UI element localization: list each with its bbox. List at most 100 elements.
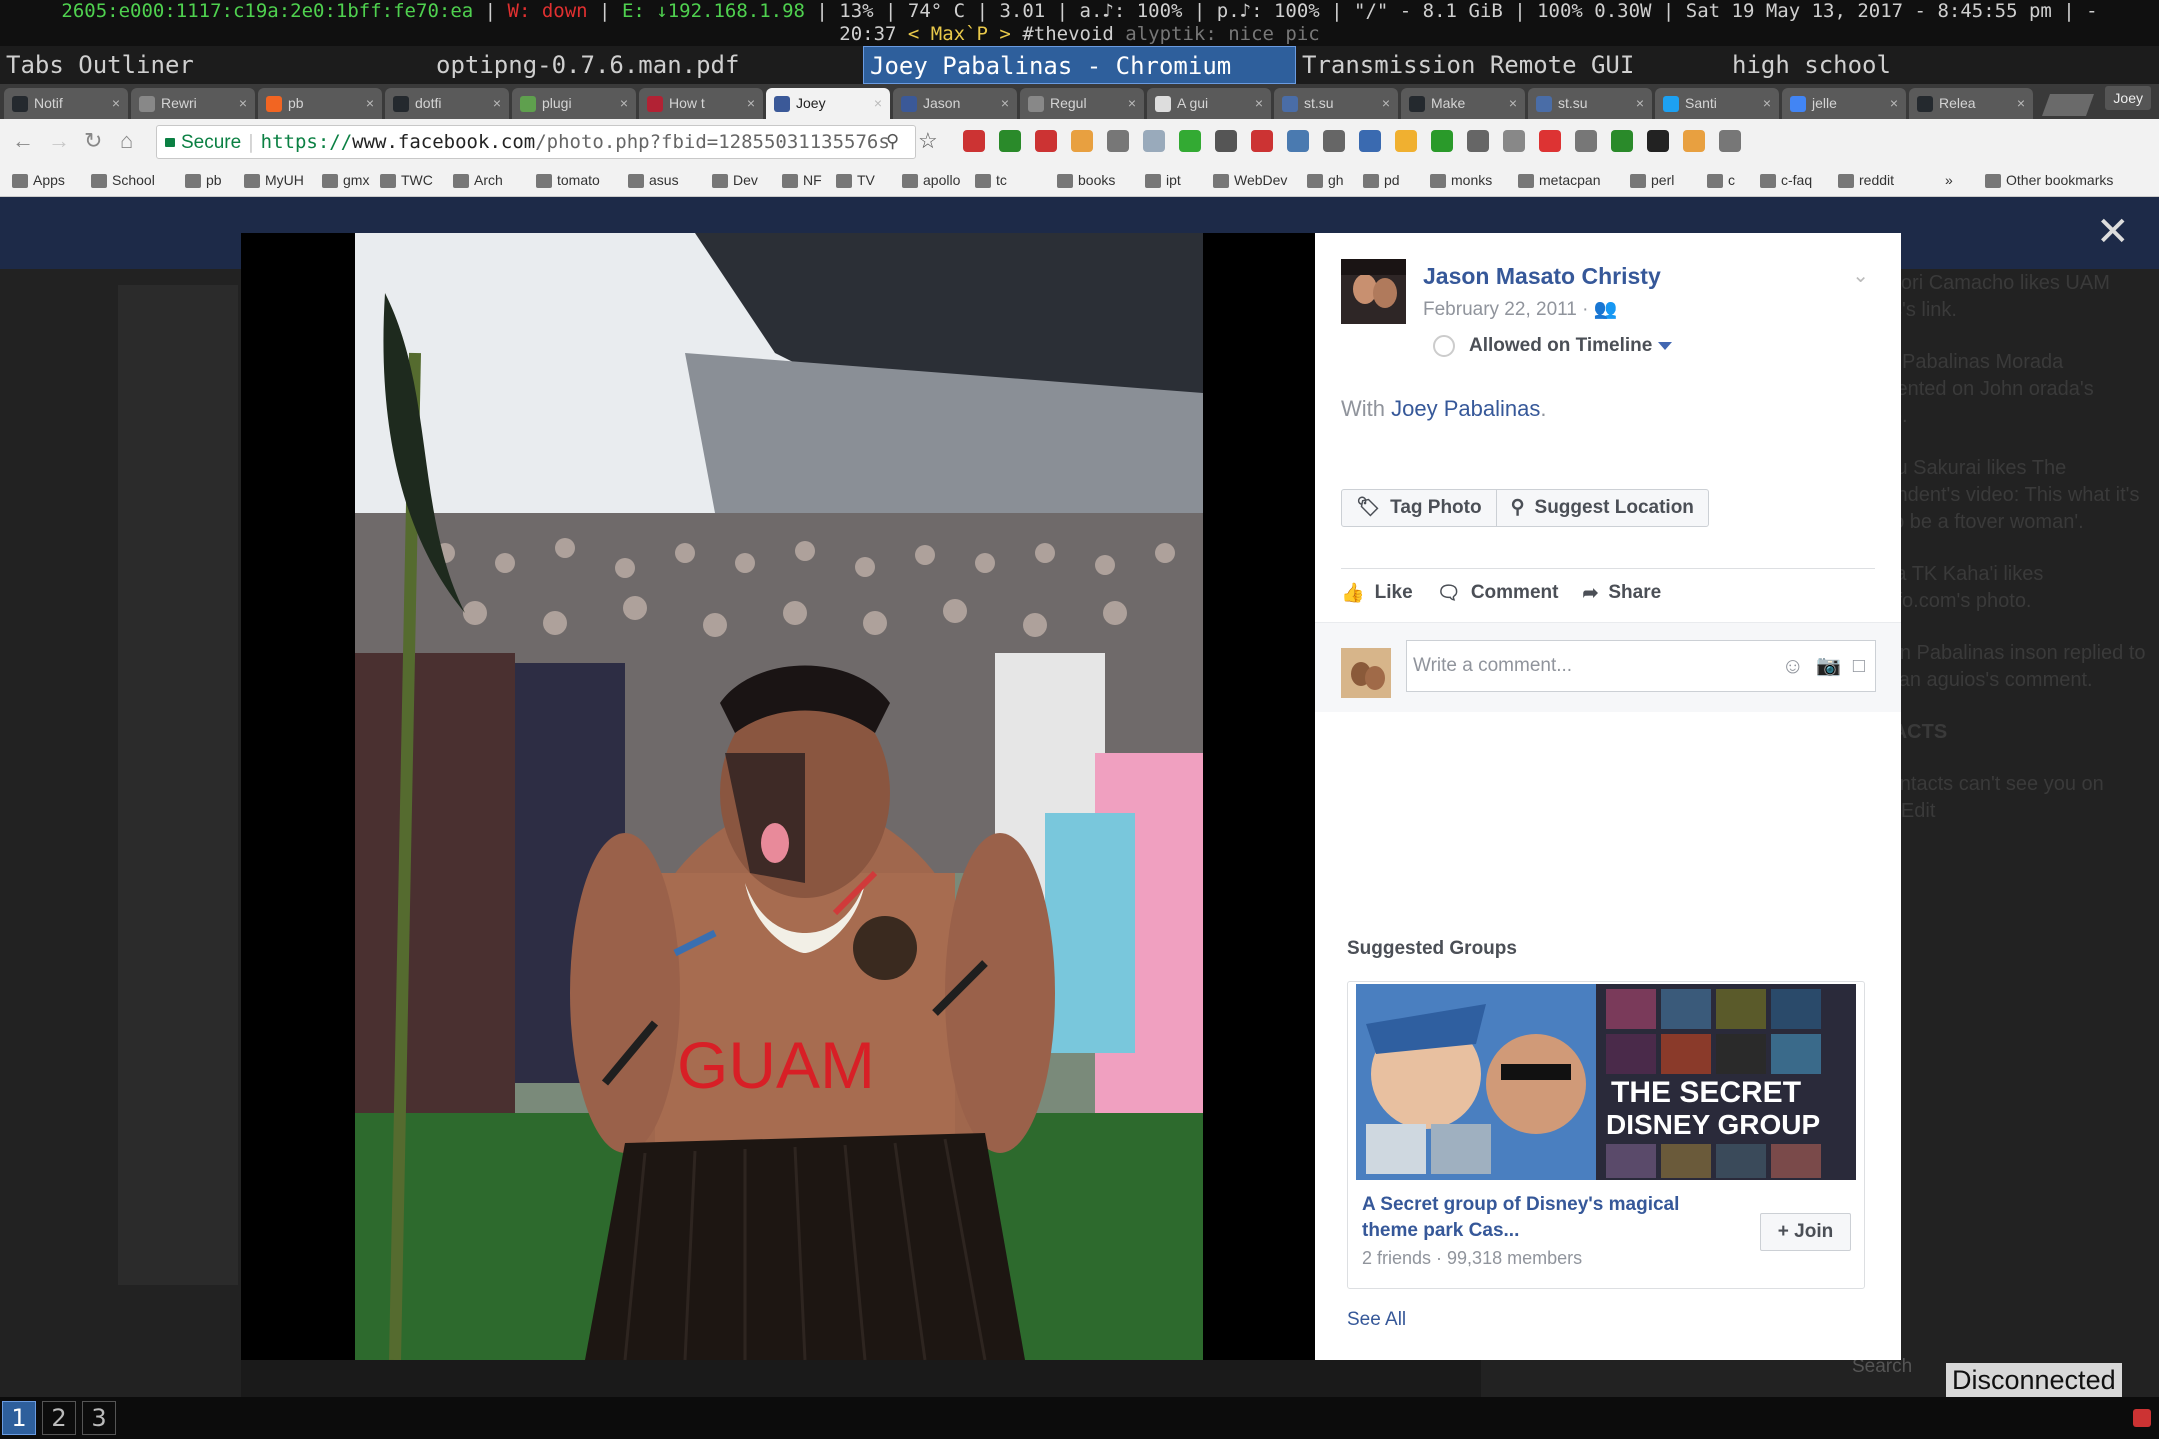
bookmark-item[interactable]: ipt	[1145, 170, 1181, 190]
profile-button[interactable]: Joey	[2105, 86, 2151, 110]
home-icon[interactable]: ⌂	[120, 129, 133, 153]
bookmark-item[interactable]: tc	[975, 170, 1007, 190]
join-group-button[interactable]: + Join	[1760, 1213, 1851, 1251]
wm-title-high-school[interactable]: high school	[1726, 46, 2159, 84]
extension-icon[interactable]	[1179, 130, 1201, 152]
extension-icon[interactable]	[1035, 130, 1057, 152]
extension-icon[interactable]	[1575, 130, 1597, 152]
forward-icon[interactable]: →	[48, 129, 70, 153]
browser-tab[interactable]: jelle ×	[1782, 88, 1906, 119]
tab-close-icon[interactable]: ×	[112, 88, 120, 119]
extension-icon[interactable]	[1467, 130, 1489, 152]
browser-tab[interactable]: Joey ×	[766, 88, 890, 119]
post-date[interactable]: February 22, 2011 · 👥	[1423, 297, 1617, 321]
comment-input[interactable]: Write a comment... ☺ 📷 □	[1406, 640, 1876, 692]
suggest-location-button[interactable]: ⚲ Suggest Location	[1495, 490, 1708, 526]
caret-down-icon[interactable]	[1658, 342, 1673, 350]
bookmark-item[interactable]: gh	[1307, 170, 1344, 190]
bookmark-item[interactable]: asus	[628, 170, 679, 190]
extension-icon[interactable]	[1683, 130, 1705, 152]
bookmark-item[interactable]: WebDev	[1213, 170, 1287, 190]
tab-close-icon[interactable]: ×	[620, 88, 628, 119]
extension-icon[interactable]	[1431, 130, 1453, 152]
main-photo[interactable]: GUAM	[355, 233, 1203, 1360]
zoom-icon[interactable]: ⚲	[886, 129, 899, 153]
bookmark-item[interactable]: c-faq	[1760, 170, 1812, 190]
comment-button[interactable]: 🗨 Comment	[1437, 581, 1559, 605]
browser-tab[interactable]: A gui ×	[1147, 88, 1271, 119]
bookmark-item[interactable]: Apps	[12, 170, 65, 190]
tab-close-icon[interactable]: ×	[2017, 88, 2025, 119]
extension-icon[interactable]	[1503, 130, 1525, 152]
browser-tab[interactable]: dotfi ×	[385, 88, 509, 119]
browser-tab[interactable]: Santi ×	[1655, 88, 1779, 119]
bookmark-item[interactable]: books	[1057, 170, 1115, 190]
browser-tab[interactable]: pb ×	[258, 88, 382, 119]
bookmark-item[interactable]: NF	[782, 170, 822, 190]
reload-icon[interactable]: ↻	[84, 129, 102, 153]
see-all-link[interactable]: See All	[1347, 1309, 1406, 1331]
extension-icon[interactable]	[999, 130, 1021, 152]
bookmark-item[interactable]: gmx	[322, 170, 369, 190]
bookmark-item[interactable]: TWC	[380, 170, 433, 190]
bookmark-item[interactable]: Arch	[453, 170, 503, 190]
tab-close-icon[interactable]: ×	[493, 88, 501, 119]
wm-title-transmission[interactable]: Transmission Remote GUI	[1296, 46, 1726, 84]
extension-icon[interactable]	[1539, 130, 1561, 152]
bookmark-item[interactable]: monks	[1430, 170, 1492, 190]
tab-close-icon[interactable]: ×	[1890, 88, 1898, 119]
extension-icon[interactable]	[1071, 130, 1093, 152]
tab-close-icon[interactable]: ×	[1509, 88, 1517, 119]
extension-icon[interactable]	[1251, 130, 1273, 152]
workspace-1[interactable]: 1	[2, 1401, 36, 1435]
post-author-name[interactable]: Jason Masato Christy	[1423, 263, 1661, 290]
extension-icon[interactable]	[1647, 130, 1669, 152]
workspace-3[interactable]: 3	[82, 1401, 116, 1435]
wm-title-pdf[interactable]: optipng-0.7.6.man.pdf	[430, 46, 863, 84]
extension-icon[interactable]	[1287, 130, 1309, 152]
tagged-person-link[interactable]: Joey Pabalinas	[1391, 396, 1540, 421]
browser-tab[interactable]: st.su ×	[1528, 88, 1652, 119]
bookmark-item[interactable]: MyUH	[244, 170, 304, 190]
browser-tab[interactable]: How t ×	[639, 88, 763, 119]
tab-close-icon[interactable]: ×	[1128, 88, 1136, 119]
tab-close-icon[interactable]: ×	[1636, 88, 1644, 119]
bookmark-item[interactable]: Dev	[712, 170, 758, 190]
browser-tab[interactable]: Jason ×	[893, 88, 1017, 119]
options-chevron-icon[interactable]: ⌄	[1852, 263, 1869, 288]
bookmark-item[interactable]: metacpan	[1518, 170, 1600, 190]
tab-close-icon[interactable]: ×	[1255, 88, 1263, 119]
new-tab-button[interactable]	[2041, 94, 2095, 116]
bookmark-item[interactable]: tomato	[536, 170, 600, 190]
tab-close-icon[interactable]: ×	[1763, 88, 1771, 119]
extension-icon[interactable]	[1143, 130, 1165, 152]
tab-close-icon[interactable]: ×	[1001, 88, 1009, 119]
wm-title-tabs-outliner[interactable]: Tabs Outliner	[0, 46, 430, 84]
bookmark-item[interactable]: apollo	[902, 170, 960, 190]
group-name-link[interactable]: A Secret group of Disney's magical theme…	[1362, 1192, 1702, 1244]
viewer-avatar[interactable]	[1341, 648, 1391, 698]
back-icon[interactable]: ←	[12, 129, 34, 153]
extension-icon[interactable]	[1323, 130, 1345, 152]
tag-photo-button[interactable]: 🏷 Tag Photo	[1342, 490, 1496, 526]
wm-title-chromium[interactable]: Joey Pabalinas - Chromium	[863, 46, 1296, 84]
extension-icon[interactable]	[1395, 130, 1417, 152]
bookmark-item[interactable]: perl	[1630, 170, 1674, 190]
extension-icon[interactable]	[963, 130, 985, 152]
camera-icon[interactable]: 📷	[1816, 641, 1841, 691]
browser-tab[interactable]: Rewri ×	[131, 88, 255, 119]
bookmark-item[interactable]: pd	[1363, 170, 1400, 190]
tray-icon[interactable]	[2133, 1409, 2151, 1427]
like-button[interactable]: 👍 Like	[1341, 581, 1413, 605]
extension-icon[interactable]	[1611, 130, 1633, 152]
bookmark-item[interactable]: c	[1707, 170, 1735, 190]
friends-audience-icon[interactable]: 👥	[1594, 299, 1618, 320]
bookmark-item[interactable]: School	[91, 170, 155, 190]
bookmark-item[interactable]: »	[1945, 170, 1953, 190]
extension-icon[interactable]	[1107, 130, 1129, 152]
extension-icon[interactable]	[1719, 130, 1741, 152]
tab-close-icon[interactable]: ×	[366, 88, 374, 119]
share-button[interactable]: ➦ Share	[1582, 581, 1661, 605]
close-lightbox-icon[interactable]: ✕	[2096, 212, 2130, 252]
tab-close-icon[interactable]: ×	[239, 88, 247, 119]
